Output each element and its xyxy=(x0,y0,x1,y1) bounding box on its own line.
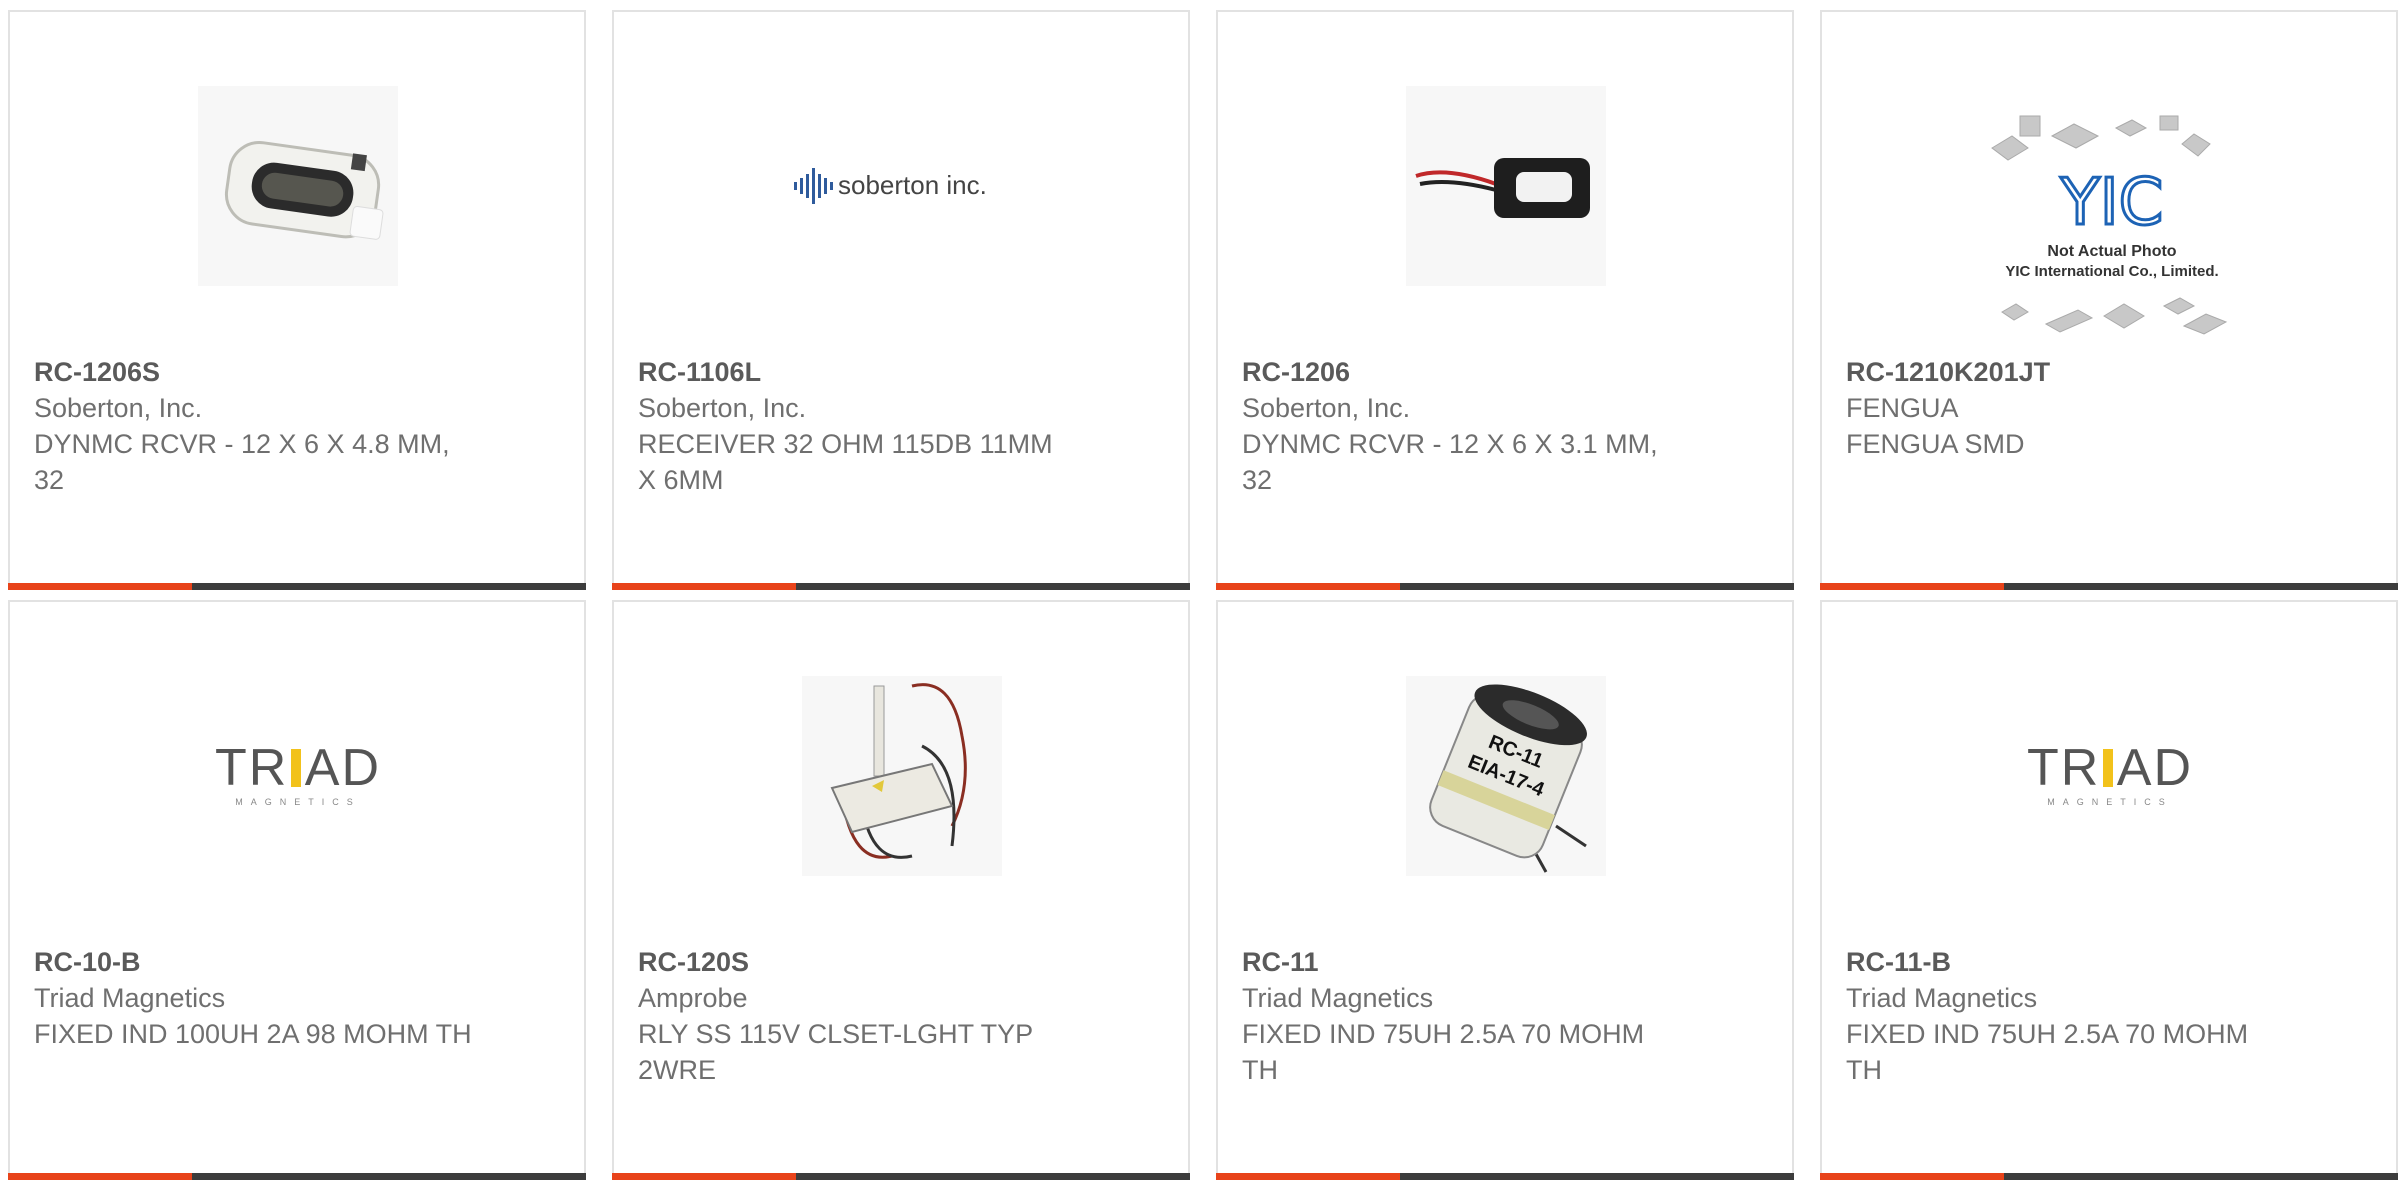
manufacturer-name: Soberton, Inc. xyxy=(34,393,203,423)
part-number-link[interactable]: RC-1206S xyxy=(34,354,544,390)
card-accent-bar xyxy=(612,1173,796,1180)
card-bottom-bar xyxy=(1216,1173,1794,1180)
product-info: RC-1106L Soberton, Inc. RECEIVER 32 OHM … xyxy=(638,354,1148,498)
manufacturer-name: Soberton, Inc. xyxy=(638,393,807,423)
product-description: FENGUA SMD xyxy=(1846,429,2025,459)
card-accent-bar xyxy=(1216,583,1400,590)
product-description: DYNMC RCVR - 12 X 6 X 4.8 MM, 32 xyxy=(34,429,450,495)
part-number-link[interactable]: RC-120S xyxy=(638,944,1148,980)
product-image[interactable]: TRIAD MAGNETICS xyxy=(188,666,408,886)
relay-icon xyxy=(802,676,1002,876)
product-image[interactable] xyxy=(792,666,1012,886)
soberton-logo-icon: soberton inc. xyxy=(794,168,987,204)
yic-placeholder-icon: YIC Not Actual Photo YIC International C… xyxy=(1991,115,2228,335)
wired-receiver-icon xyxy=(1406,86,1606,286)
card-bottom-bar xyxy=(1820,583,2398,590)
product-card[interactable]: RC-1206S Soberton, Inc. DYNMC RCVR - 12 … xyxy=(8,10,586,590)
product-info: RC-10-B Triad Magnetics FIXED IND 100UH … xyxy=(34,944,544,1052)
card-accent-bar xyxy=(612,583,796,590)
product-description: FIXED IND 75UH 2.5A 70 MOHM TH xyxy=(1242,1019,1645,1085)
card-accent-bar xyxy=(1216,1173,1400,1180)
product-card[interactable]: RC-120S Amprobe RLY SS 115V CLSET-LGHT T… xyxy=(612,600,1190,1180)
product-info: RC-11 Triad Magnetics FIXED IND 75UH 2.5… xyxy=(1242,944,1752,1088)
card-bottom-bar xyxy=(612,583,1190,590)
part-number-link[interactable]: RC-11-B xyxy=(1846,944,2356,980)
svg-text:YIC International Co., Limited: YIC International Co., Limited. xyxy=(2005,263,2218,280)
product-image[interactable]: RC-11 EIA-17-4 xyxy=(1396,666,1616,886)
part-number-link[interactable]: RC-1206 xyxy=(1242,354,1752,390)
product-grid: RC-1206S Soberton, Inc. DYNMC RCVR - 12 … xyxy=(0,0,2400,1180)
triad-logo-icon: TRIAD MAGNETICS xyxy=(215,741,379,807)
product-image[interactable] xyxy=(188,76,408,296)
svg-text:soberton inc.: soberton inc. xyxy=(838,170,987,200)
product-card[interactable]: TRIAD MAGNETICS RC-11-B Triad Magnetics … xyxy=(1820,600,2398,1180)
product-description: DYNMC RCVR - 12 X 6 X 3.1 MM, 32 xyxy=(1242,429,1658,495)
svg-text:Not Actual Photo: Not Actual Photo xyxy=(2047,243,2176,260)
card-bottom-bar xyxy=(612,1173,1190,1180)
svg-text:MAGNETICS: MAGNETICS xyxy=(235,797,361,807)
manufacturer-name: Triad Magnetics xyxy=(34,983,226,1013)
card-accent-bar xyxy=(1820,583,2004,590)
card-accent-bar xyxy=(1820,1173,2004,1180)
triad-logo-icon: TRIAD MAGNETICS xyxy=(2027,741,2191,807)
product-info: RC-1210K201JT FENGUA FENGUA SMD xyxy=(1846,354,2356,462)
part-number-link[interactable]: RC-10-B xyxy=(34,944,544,980)
product-description: FIXED IND 75UH 2.5A 70 MOHM TH xyxy=(1846,1019,2249,1085)
product-image[interactable] xyxy=(1396,76,1616,296)
card-bottom-bar xyxy=(8,1173,586,1180)
product-image[interactable]: YIC Not Actual Photo YIC International C… xyxy=(1982,96,2242,356)
manufacturer-name: Soberton, Inc. xyxy=(1242,393,1411,423)
card-bottom-bar xyxy=(8,583,586,590)
svg-text:YIC: YIC xyxy=(2060,166,2164,240)
svg-text:MAGNETICS: MAGNETICS xyxy=(2047,797,2173,807)
product-description: RECEIVER 32 OHM 115DB 11MM X 6MM xyxy=(638,429,1053,495)
product-description: FIXED IND 100UH 2A 98 MOHM TH xyxy=(34,1019,472,1049)
manufacturer-name: FENGUA xyxy=(1846,393,1959,423)
product-card[interactable]: TRIAD MAGNETICS RC-10-B Triad Magnetics … xyxy=(8,600,586,1180)
product-card[interactable]: YIC Not Actual Photo YIC International C… xyxy=(1820,10,2398,590)
manufacturer-name: Triad Magnetics xyxy=(1846,983,2038,1013)
product-info: RC-1206S Soberton, Inc. DYNMC RCVR - 12 … xyxy=(34,354,544,498)
inductor-icon: RC-11 EIA-17-4 xyxy=(1406,676,1606,876)
manufacturer-name: Triad Magnetics xyxy=(1242,983,1434,1013)
product-card[interactable]: soberton inc. RC-1106L Soberton, Inc. RE… xyxy=(612,10,1190,590)
card-bottom-bar xyxy=(1216,583,1794,590)
speaker-receiver-icon xyxy=(198,86,398,286)
part-number-link[interactable]: RC-11 xyxy=(1242,944,1752,980)
card-accent-bar xyxy=(8,1173,192,1180)
product-card[interactable]: RC-11 EIA-17-4 RC-11 Triad Magnetics FIX… xyxy=(1216,600,1794,1180)
product-info: RC-120S Amprobe RLY SS 115V CLSET-LGHT T… xyxy=(638,944,1148,1088)
part-number-link[interactable]: RC-1106L xyxy=(638,354,1148,390)
product-info: RC-1206 Soberton, Inc. DYNMC RCVR - 12 X… xyxy=(1242,354,1752,498)
card-accent-bar xyxy=(8,583,192,590)
product-image[interactable]: soberton inc. xyxy=(792,76,1012,296)
product-info: RC-11-B Triad Magnetics FIXED IND 75UH 2… xyxy=(1846,944,2356,1088)
product-description: RLY SS 115V CLSET-LGHT TYP 2WRE xyxy=(638,1019,1033,1085)
manufacturer-name: Amprobe xyxy=(638,983,748,1013)
product-image[interactable]: TRIAD MAGNETICS xyxy=(2000,666,2220,886)
part-number-link[interactable]: RC-1210K201JT xyxy=(1846,354,2356,390)
product-card[interactable]: RC-1206 Soberton, Inc. DYNMC RCVR - 12 X… xyxy=(1216,10,1794,590)
card-bottom-bar xyxy=(1820,1173,2398,1180)
